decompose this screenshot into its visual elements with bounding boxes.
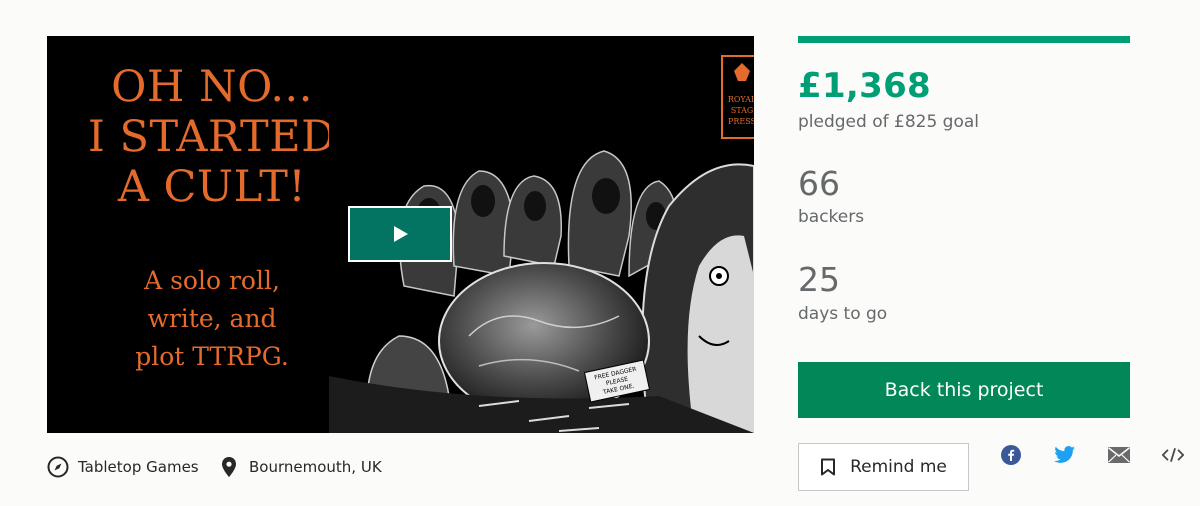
embed-share[interactable] bbox=[1161, 444, 1185, 466]
video-title-line: A CULT! bbox=[117, 162, 307, 212]
location-link[interactable]: Bournemouth, UK bbox=[218, 455, 382, 479]
video-subtitle-line: plot TTRPG. bbox=[135, 342, 289, 371]
funding-progress-fill bbox=[798, 36, 1130, 43]
backers-label: backers bbox=[798, 207, 865, 227]
video-title-card: OH NO... I STARTED A CULT! A solo roll, … bbox=[47, 36, 377, 433]
pledged-goal-label: pledged of £825 goal bbox=[798, 112, 979, 132]
days-to-go-label: days to go bbox=[798, 304, 888, 324]
facebook-icon bbox=[1001, 445, 1021, 465]
email-icon bbox=[1108, 447, 1130, 463]
category-link[interactable]: Tabletop Games bbox=[47, 455, 199, 479]
pledged-amount: £1,368 bbox=[798, 66, 932, 106]
publisher-logo-text: STAG bbox=[731, 106, 754, 115]
remind-me-label: Remind me bbox=[850, 457, 947, 477]
twitter-share[interactable] bbox=[1053, 444, 1077, 466]
project-video[interactable]: OH NO... I STARTED A CULT! A solo roll, … bbox=[47, 36, 754, 433]
publisher-logo-text: ROYAL bbox=[728, 95, 754, 104]
play-button[interactable] bbox=[348, 206, 452, 262]
email-share[interactable] bbox=[1107, 444, 1131, 466]
category-label: Tabletop Games bbox=[78, 458, 199, 476]
facebook-share[interactable] bbox=[999, 444, 1023, 466]
play-icon bbox=[394, 226, 408, 242]
funding-progress-bar bbox=[798, 36, 1130, 43]
video-subtitle-line: write, and bbox=[147, 304, 277, 333]
embed-icon bbox=[1161, 448, 1185, 462]
twitter-icon bbox=[1054, 446, 1075, 463]
days-to-go-count: 25 bbox=[798, 260, 840, 299]
video-title: OH NO... I STARTED A CULT! bbox=[47, 62, 377, 212]
video-subtitle-line: A solo roll, bbox=[144, 266, 280, 295]
backers-count: 66 bbox=[798, 164, 840, 203]
location-pin-icon bbox=[222, 457, 236, 477]
publisher-logo-text: PRESS bbox=[728, 117, 754, 126]
compass-icon bbox=[47, 456, 69, 478]
video-title-line: I STARTED bbox=[87, 112, 337, 162]
video-subtitle: A solo roll, write, and plot TTRPG. bbox=[47, 262, 377, 376]
bookmark-icon bbox=[821, 458, 836, 476]
location-label: Bournemouth, UK bbox=[249, 458, 382, 476]
video-title-line: OH NO... bbox=[111, 62, 313, 112]
remind-me-button[interactable]: Remind me bbox=[798, 443, 969, 491]
back-project-button[interactable]: Back this project bbox=[798, 362, 1130, 418]
